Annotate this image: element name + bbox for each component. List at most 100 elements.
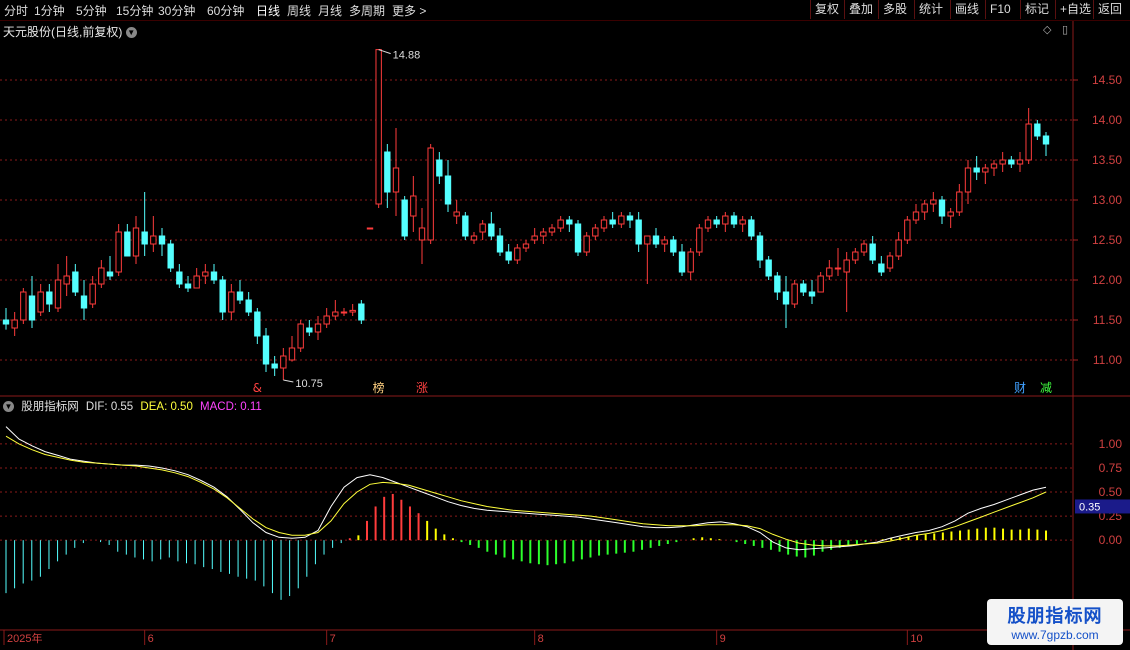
watermark-title: 股朋指标网 bbox=[1007, 606, 1103, 626]
candle-body bbox=[886, 255, 894, 269]
candle-body bbox=[531, 235, 538, 241]
time-tick-label: 8 bbox=[538, 633, 544, 645]
price-tick-label: 11.00 bbox=[1093, 353, 1122, 367]
candle-body bbox=[496, 235, 504, 253]
candle-body bbox=[557, 219, 564, 229]
candle-body bbox=[522, 243, 530, 249]
candle-body bbox=[782, 291, 790, 305]
time-tick-label: 6 bbox=[148, 633, 154, 645]
candle-body bbox=[748, 219, 755, 237]
candle-body bbox=[739, 219, 746, 225]
event-marker: 减 bbox=[1040, 381, 1052, 395]
candle-body bbox=[245, 299, 252, 313]
candle-body bbox=[228, 291, 235, 313]
candle-body bbox=[661, 239, 668, 245]
candle-body bbox=[626, 215, 634, 221]
candle-body bbox=[791, 283, 798, 305]
candle-body bbox=[696, 227, 703, 253]
dea-line bbox=[5, 435, 1047, 547]
candle-body bbox=[488, 223, 495, 237]
candle-body bbox=[297, 323, 304, 349]
candle-body bbox=[644, 235, 651, 245]
candle-body bbox=[808, 291, 816, 297]
price-tick-label: 12.50 bbox=[1092, 233, 1122, 247]
candle-body bbox=[1042, 135, 1050, 145]
candle-body bbox=[141, 231, 148, 245]
event-marker: 财 bbox=[1014, 381, 1026, 395]
candle-body bbox=[210, 271, 218, 281]
candle-body bbox=[427, 147, 434, 241]
candle-body bbox=[704, 219, 712, 229]
candle-body bbox=[1008, 159, 1015, 165]
candle-body bbox=[826, 267, 833, 277]
candle-body bbox=[635, 219, 642, 245]
candle-body bbox=[566, 219, 573, 225]
candle-body bbox=[124, 231, 131, 257]
candle-body bbox=[89, 283, 96, 305]
candle-body bbox=[271, 363, 278, 369]
candle-body bbox=[106, 271, 114, 277]
candle-body bbox=[618, 215, 625, 225]
candle-body bbox=[219, 279, 226, 313]
time-tick-label: 2025年 bbox=[7, 631, 42, 645]
candle-body bbox=[80, 295, 88, 309]
candle-body bbox=[479, 223, 486, 233]
candle-body bbox=[2, 319, 10, 325]
candle-body bbox=[609, 219, 616, 225]
candle-body bbox=[930, 199, 937, 205]
candle-body bbox=[990, 163, 998, 169]
watermark-url: www.7gpzb.com bbox=[1011, 628, 1099, 642]
price-macd-chart[interactable]: 11.00 11.50 12.00 12.50 13.00 13.50 14.00 14.50… bbox=[0, 0, 1130, 650]
candle-body bbox=[306, 327, 313, 333]
candle-body bbox=[982, 167, 989, 173]
candle-body bbox=[366, 227, 374, 230]
candle-body bbox=[895, 239, 902, 257]
watermark: 股朋指标网 www.7gpzb.com bbox=[987, 599, 1123, 645]
candle-body bbox=[852, 251, 859, 261]
event-marker: 涨 bbox=[416, 380, 428, 395]
candle-body bbox=[878, 263, 885, 273]
candle-body bbox=[817, 275, 824, 293]
candle-body bbox=[54, 279, 62, 309]
candle-body bbox=[392, 167, 400, 193]
candle-body bbox=[540, 231, 547, 237]
candle-body bbox=[418, 227, 426, 241]
candle-body bbox=[401, 199, 408, 237]
time-tick-label: 10 bbox=[910, 633, 922, 645]
candle-body bbox=[453, 211, 460, 217]
candle-body bbox=[592, 227, 599, 237]
candle-body bbox=[505, 251, 512, 261]
candle-body bbox=[11, 319, 18, 329]
candle-body bbox=[254, 311, 261, 337]
macd-tick-label: 0.50 bbox=[1099, 485, 1123, 499]
candle-body bbox=[262, 335, 270, 365]
candle-body bbox=[670, 239, 677, 253]
candle-body bbox=[678, 251, 686, 273]
candle-body bbox=[444, 175, 452, 205]
candle-body bbox=[730, 215, 738, 225]
time-tick-label: 7 bbox=[330, 633, 336, 645]
candle-body bbox=[132, 227, 140, 257]
candle-body bbox=[288, 347, 296, 361]
macd-tick-label: 0.00 bbox=[1099, 533, 1123, 547]
candle-body bbox=[193, 275, 200, 289]
candle-body bbox=[384, 151, 391, 193]
candle-body bbox=[332, 311, 339, 317]
event-marker: & bbox=[253, 381, 262, 395]
time-tick-label: 9 bbox=[720, 633, 726, 645]
candle-body bbox=[834, 267, 842, 270]
candle-body bbox=[340, 311, 348, 314]
candle-body bbox=[999, 159, 1006, 165]
candle-body bbox=[973, 167, 980, 173]
candle-body bbox=[184, 283, 192, 289]
candle-body bbox=[20, 291, 27, 321]
dif-line bbox=[5, 426, 1047, 551]
candle-body bbox=[436, 159, 443, 177]
price-tick-label: 14.50 bbox=[1092, 73, 1122, 87]
candle-body bbox=[358, 303, 365, 321]
candle-body bbox=[904, 219, 911, 241]
candle-body bbox=[652, 235, 660, 245]
event-marker: 榜 bbox=[373, 380, 385, 395]
candle-body bbox=[236, 291, 244, 301]
candle-body bbox=[349, 309, 356, 313]
